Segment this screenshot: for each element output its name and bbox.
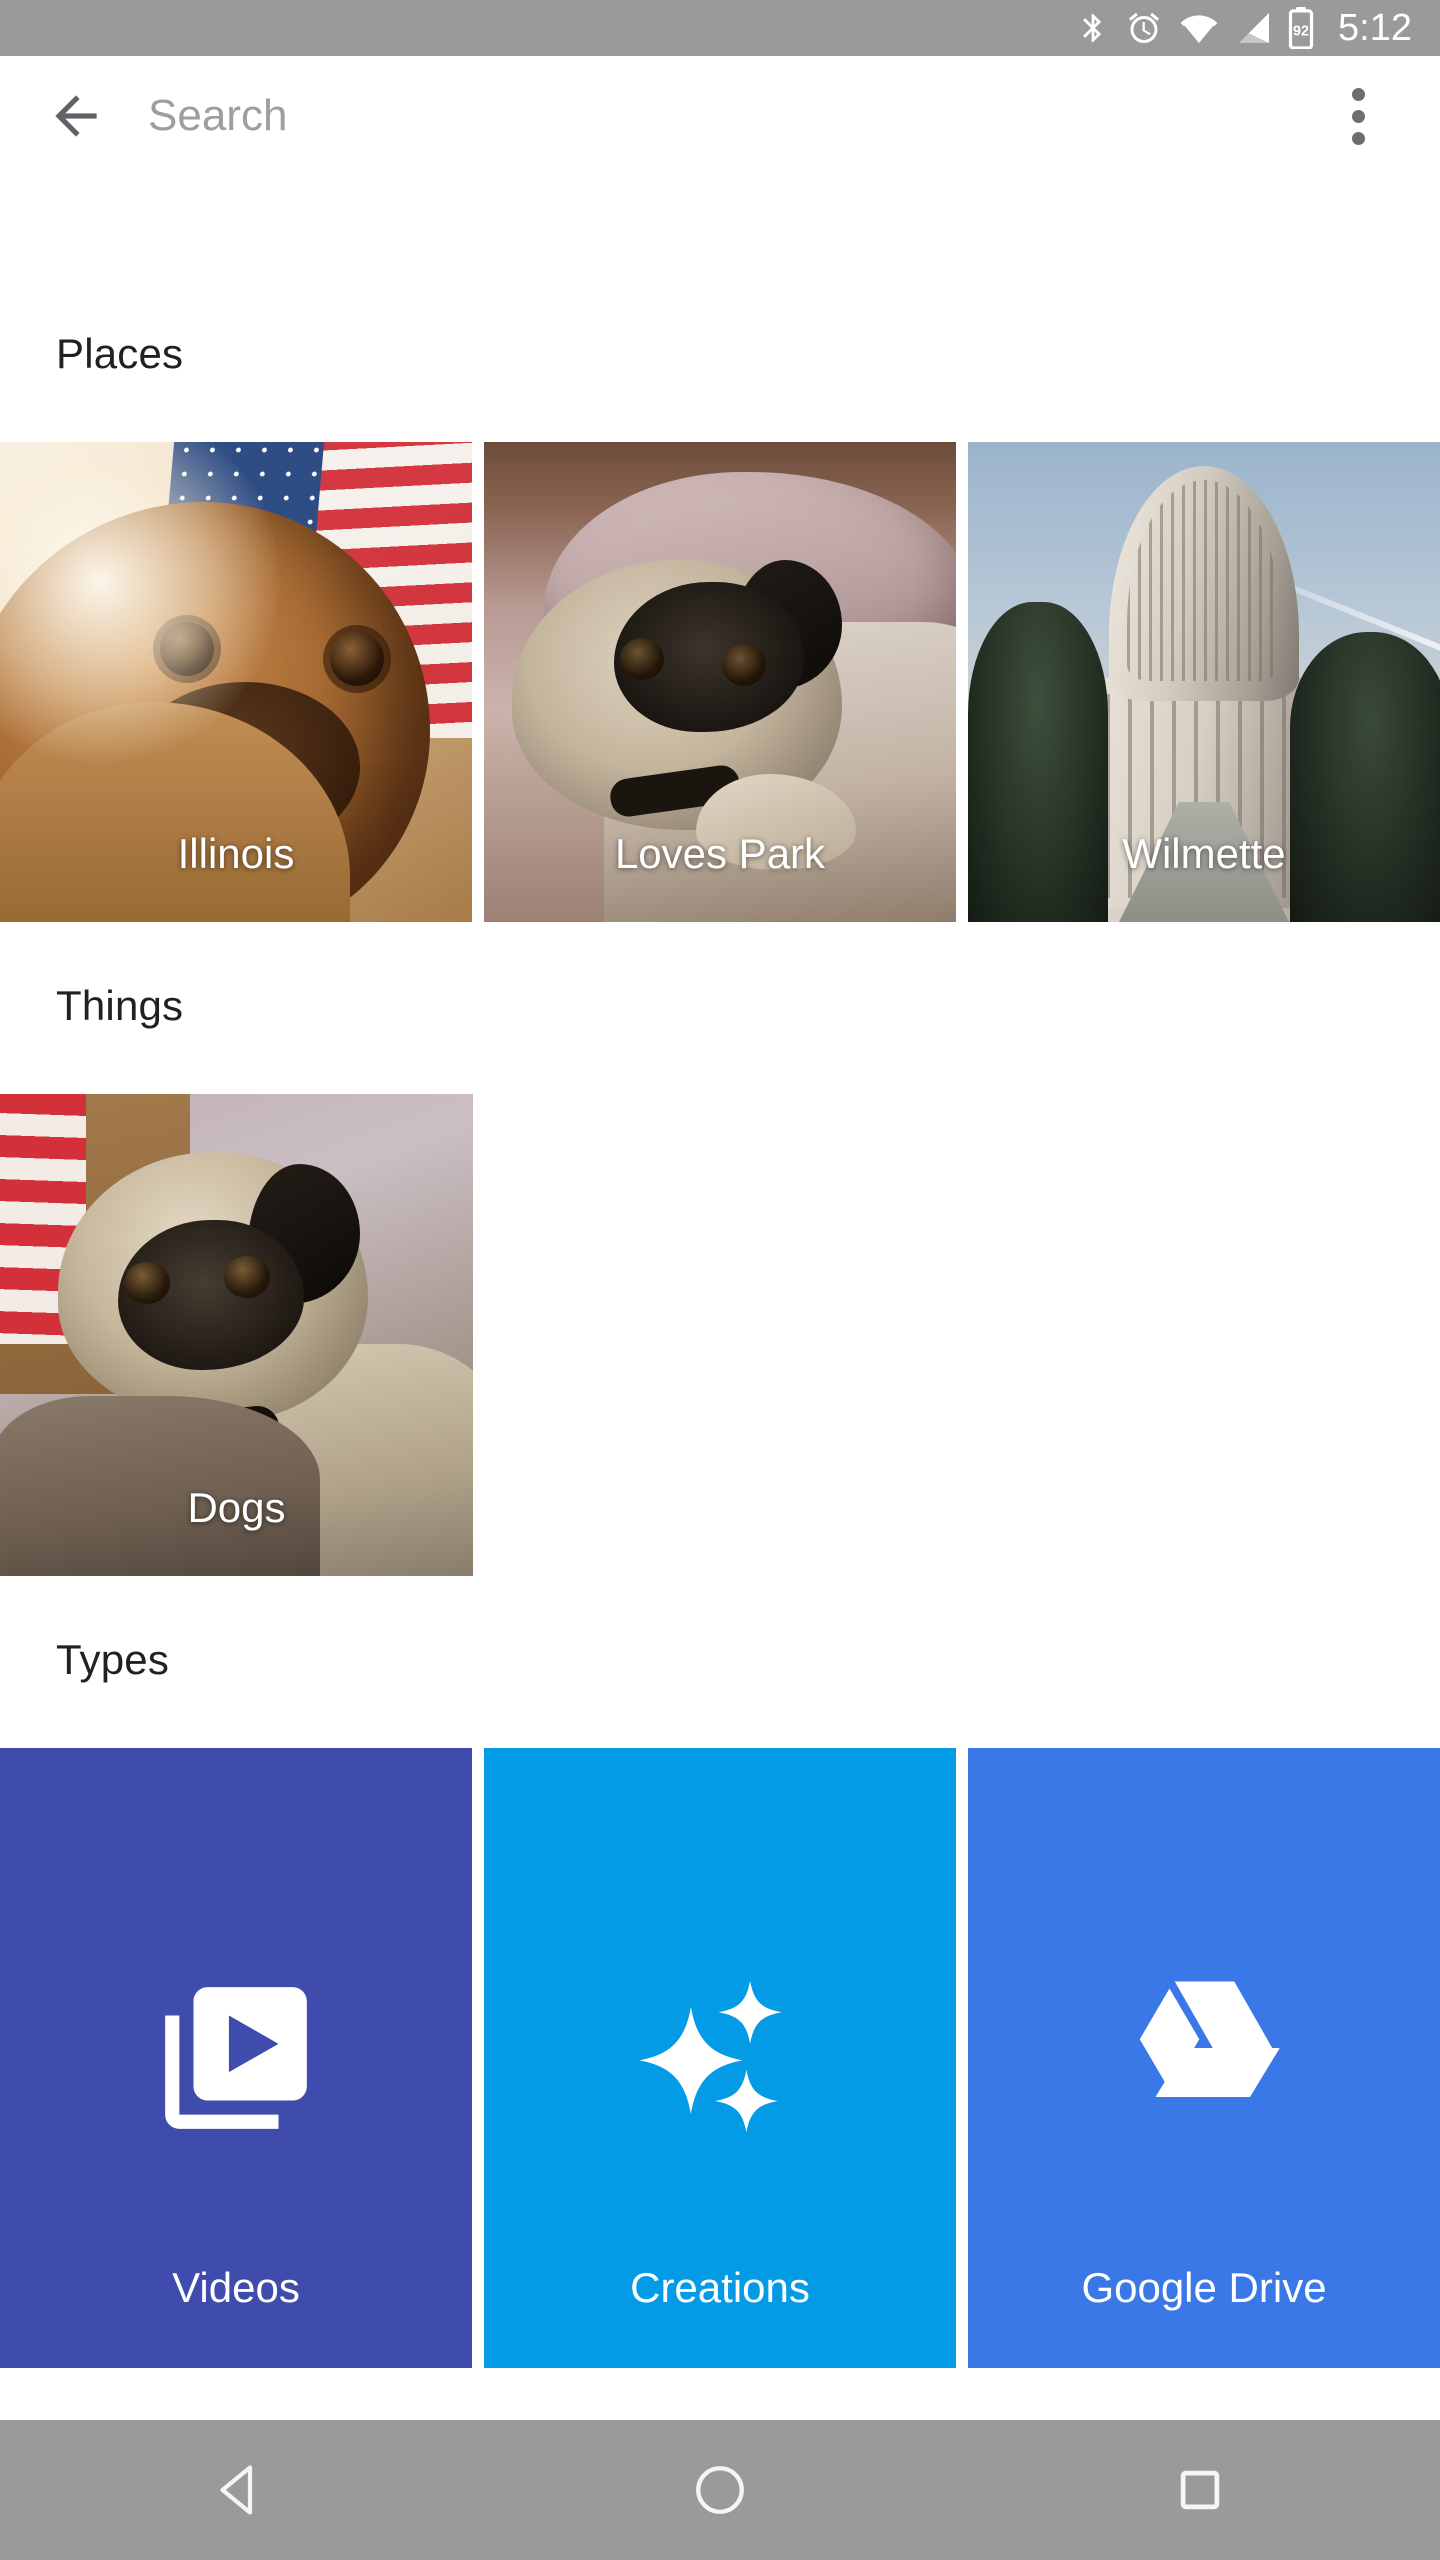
nav-recents-button[interactable] (960, 2420, 1440, 2560)
type-tile-label: Creations (630, 2264, 810, 2311)
search-input[interactable] (148, 76, 1310, 156)
places-tile-row: Illinois Loves Park Wilmette (0, 442, 1440, 922)
nav-home-circle-icon (696, 2466, 744, 2514)
nav-back-button[interactable] (0, 2420, 480, 2560)
search-app-bar (0, 56, 1440, 176)
things-tile-row: Dogs (0, 1094, 1440, 1576)
type-tile-creations[interactable]: Creations (484, 1748, 956, 2368)
android-navigation-bar (0, 2420, 1440, 2560)
battery-icon: 92 (1288, 7, 1314, 49)
back-arrow-button[interactable] (28, 68, 124, 164)
types-tile-row: Videos Creations Google Drive (0, 1748, 1440, 2368)
place-tile-loves-park[interactable]: Loves Park (484, 442, 956, 922)
wilmette-photo (968, 442, 1440, 922)
alarm-icon (1129, 12, 1160, 43)
overflow-menu-button[interactable] (1310, 68, 1406, 164)
type-icon-wrap (1117, 1948, 1292, 2168)
status-time: 5:12 (1338, 7, 1412, 49)
type-tile-label: Google Drive (1081, 2264, 1327, 2311)
type-icon-wrap (151, 1948, 321, 2168)
wifi-icon (1180, 15, 1218, 43)
place-tile-wilmette[interactable]: Wilmette (968, 442, 1440, 922)
status-icons: 92 (1076, 7, 1314, 49)
illinois-photo (0, 442, 472, 922)
overflow-dot (1351, 131, 1365, 145)
bluetooth-icon (1083, 13, 1102, 43)
nav-back-triangle-icon (220, 2465, 253, 2515)
google-drive-icon (1139, 1981, 1280, 2097)
thing-tile-dogs[interactable]: Dogs (0, 1094, 473, 1576)
video-library-icon (165, 1987, 307, 2129)
overflow-dot (1351, 87, 1365, 101)
dogs-photo (0, 1094, 473, 1576)
section-header-things: Things (56, 982, 184, 1029)
type-tile-google-drive[interactable]: Google Drive (968, 1748, 1440, 2368)
loves-park-photo (484, 442, 956, 922)
place-tile-illinois[interactable]: Illinois (0, 442, 472, 922)
section-header-types: Types (56, 1636, 170, 1683)
status-bar: 92 5:12 (0, 0, 1440, 56)
battery-level-text: 92 (1293, 24, 1309, 40)
arrow-back-icon (55, 95, 97, 137)
nav-recents-square-icon (1180, 2470, 1220, 2510)
nav-home-button[interactable] (480, 2420, 960, 2560)
section-header-places: Places (56, 330, 184, 377)
overflow-dot (1351, 109, 1365, 123)
type-icon-wrap (628, 1948, 813, 2168)
type-tile-videos[interactable]: Videos (0, 1748, 472, 2368)
cellular-signal-icon (1239, 13, 1270, 43)
type-tile-label: Videos (172, 2264, 300, 2311)
sparkle-icon (638, 1980, 782, 2132)
